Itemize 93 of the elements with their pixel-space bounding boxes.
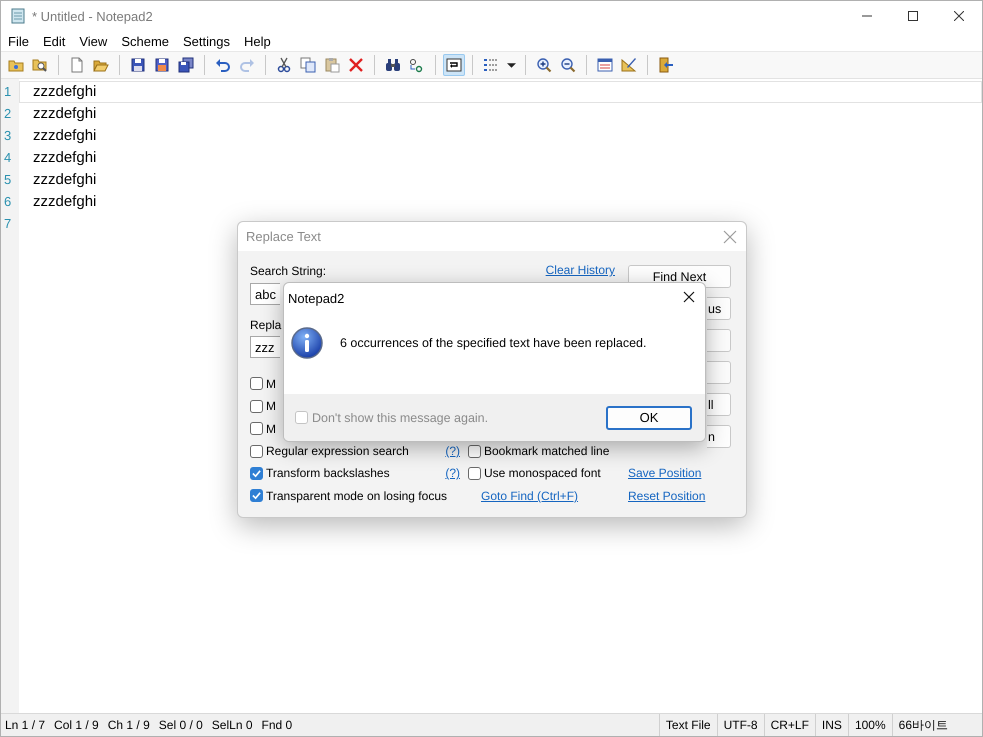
checkbox[interactable] [250,422,263,436]
line-number: 3 [3,127,12,145]
clear-history-link[interactable]: Clear History [546,263,615,277]
disks-icon [178,57,194,73]
replace-field[interactable]: zzz [250,336,280,358]
option-label: Regular expression search [266,444,409,458]
menu-item[interactable]: Scheme [114,34,176,48]
window-icon [597,57,613,73]
field-label: Repla [250,318,282,332]
dialog-button[interactable]: ll [707,393,731,416]
dialog-button[interactable]: us [707,297,731,320]
menu-item[interactable]: Help [237,34,278,48]
message-text: 6 occurrences of the specified text have been replaced. [340,336,646,352]
ruler-pencil-icon [621,57,637,73]
checkbox[interactable] [468,466,481,480]
menu-item[interactable]: View [72,34,114,48]
menu-item[interactable]: File [1,34,36,48]
checkbox[interactable] [250,400,263,413]
option-label: M [266,399,276,414]
line-text: zzzdefghi [33,171,96,188]
window-title: * Untitled - Notepad2 [32,8,154,24]
status-text: SelLn 0 [212,718,252,732]
option-label: Use monospaced font [484,466,601,480]
status-text: Ln 1 / 7 [5,718,46,732]
ok-button[interactable]: OK [606,406,692,430]
dialog-title: Notepad2 [288,290,346,306]
dialog-title: Replace Text [246,229,322,244]
status-text: Sel 0 / 0 [158,718,203,732]
help-link[interactable]: (?) [445,444,460,458]
delete-icon [348,57,364,73]
position-link[interactable]: Save Position [628,466,702,480]
paste-icon [324,57,340,73]
option-label: Transform backslashes [266,466,390,480]
checkbox[interactable] [468,444,481,458]
close-icon [954,11,964,21]
line-number: 1 [3,83,12,101]
status-field: 100% [848,714,892,736]
option-label: M [266,376,276,391]
option-label: Transparent mode on losing focus [266,488,447,503]
line-text: zzzdefghi [33,105,96,122]
save-icon [130,57,146,73]
toolbar-button[interactable] [443,54,465,76]
line-text: zzzdefghi [33,127,96,144]
replace-icon [409,57,425,73]
info-icon [291,327,323,359]
menu-item[interactable]: Edit [36,34,72,48]
dialog-button[interactable]: n [707,425,731,448]
option-label: Bookmark matched line [484,444,610,458]
status-field: Text File [658,714,717,736]
exit-door-icon [658,57,674,73]
line-text: zzzdefghi [33,83,96,100]
zoom-out-icon [560,57,576,73]
line-text: zzzdefghi [33,193,96,210]
line-number: 7 [3,215,12,233]
scissors-icon [276,57,292,73]
line-number: 2 [3,105,12,123]
status-text: Ch 1 / 9 [108,718,150,732]
checkbox-label: Don't show this message again. [312,410,490,424]
word-wrap-icon [446,57,462,73]
status-text: Col 1 / 9 [54,718,99,732]
redo-icon [239,57,255,73]
status-field: UTF-8 [716,714,764,736]
copy-icon [300,57,316,73]
folder-search-icon [32,57,48,73]
undo-icon [215,57,231,73]
search-field[interactable]: abc [250,283,280,305]
line-text: zzzdefghi [33,149,96,166]
notepad-icon [10,8,26,24]
status-field: INS [814,714,848,736]
new-document-icon [69,57,85,73]
menu-item[interactable]: Settings [176,34,237,48]
checkbox[interactable] [250,466,263,480]
binoculars-icon [385,57,401,73]
goto-find-link[interactable]: Goto Find (Ctrl+F) [481,488,578,503]
help-link[interactable]: (?) [445,466,460,480]
status-field: CR+LF [764,714,815,736]
position-link[interactable]: Reset Position [628,488,706,503]
checkbox[interactable] [250,489,263,502]
status-text: Fnd 0 [262,718,292,732]
checkbox[interactable] [250,444,263,458]
zoom-in-icon [536,57,552,73]
status-field: 66바이트 [892,714,982,736]
field-label: Search String: [250,264,328,279]
line-number: 5 [3,171,12,189]
caret-icon [506,62,516,68]
option-label: M [266,422,276,436]
line-number: 6 [3,193,12,211]
maximize-icon [908,11,918,21]
close-icon [723,230,737,244]
save-as-icon [154,57,170,73]
list-icon [483,57,499,73]
checkbox[interactable] [250,377,263,390]
line-number: 4 [3,149,12,167]
